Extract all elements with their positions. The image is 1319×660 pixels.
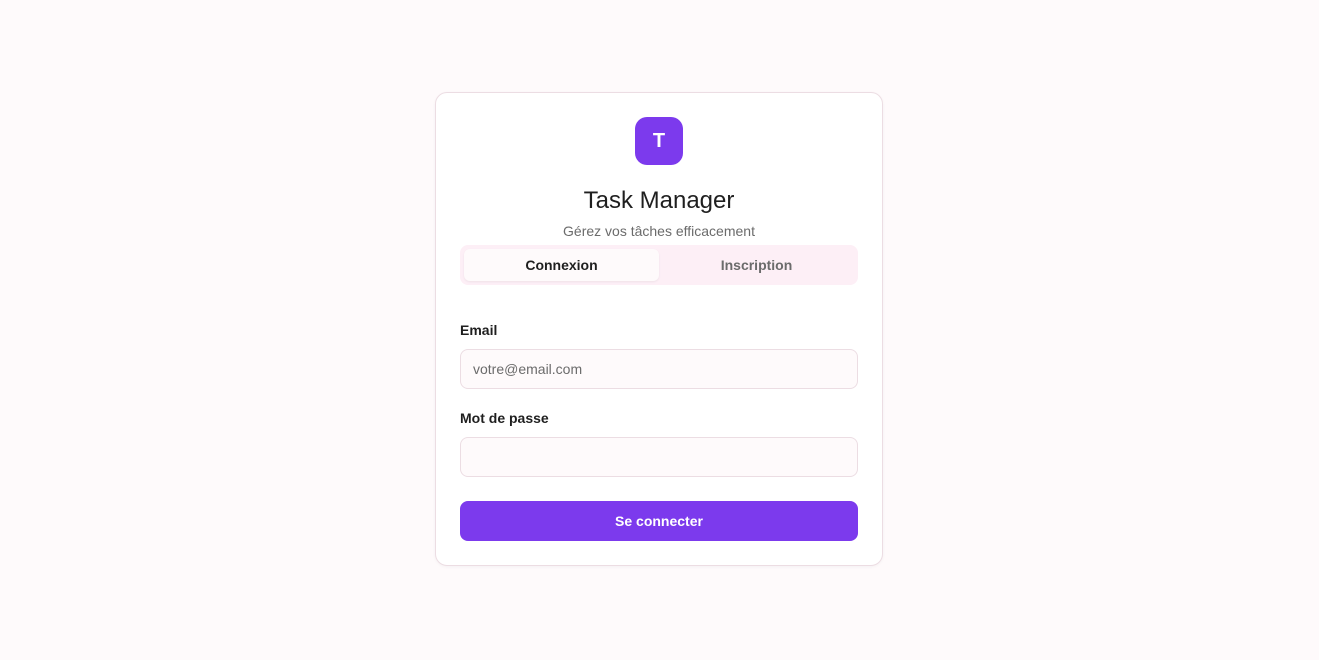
- password-field[interactable]: [460, 437, 858, 477]
- login-page: T Task Manager Gérez vos tâches efficace…: [0, 0, 1319, 660]
- tab-inscription[interactable]: Inscription: [659, 249, 854, 281]
- app-title: Task Manager: [583, 187, 735, 214]
- app-logo: T: [635, 117, 683, 165]
- password-label: Mot de passe: [460, 410, 549, 426]
- auth-tabs: Connexion Inscription: [460, 245, 858, 285]
- login-button[interactable]: Se connecter: [460, 501, 858, 541]
- email-label: Email: [460, 322, 498, 338]
- login-card: T Task Manager Gérez vos tâches efficace…: [435, 92, 883, 566]
- tab-connexion[interactable]: Connexion: [464, 249, 659, 281]
- email-field[interactable]: [460, 349, 858, 389]
- app-subtitle: Gérez vos tâches efficacement: [563, 223, 755, 239]
